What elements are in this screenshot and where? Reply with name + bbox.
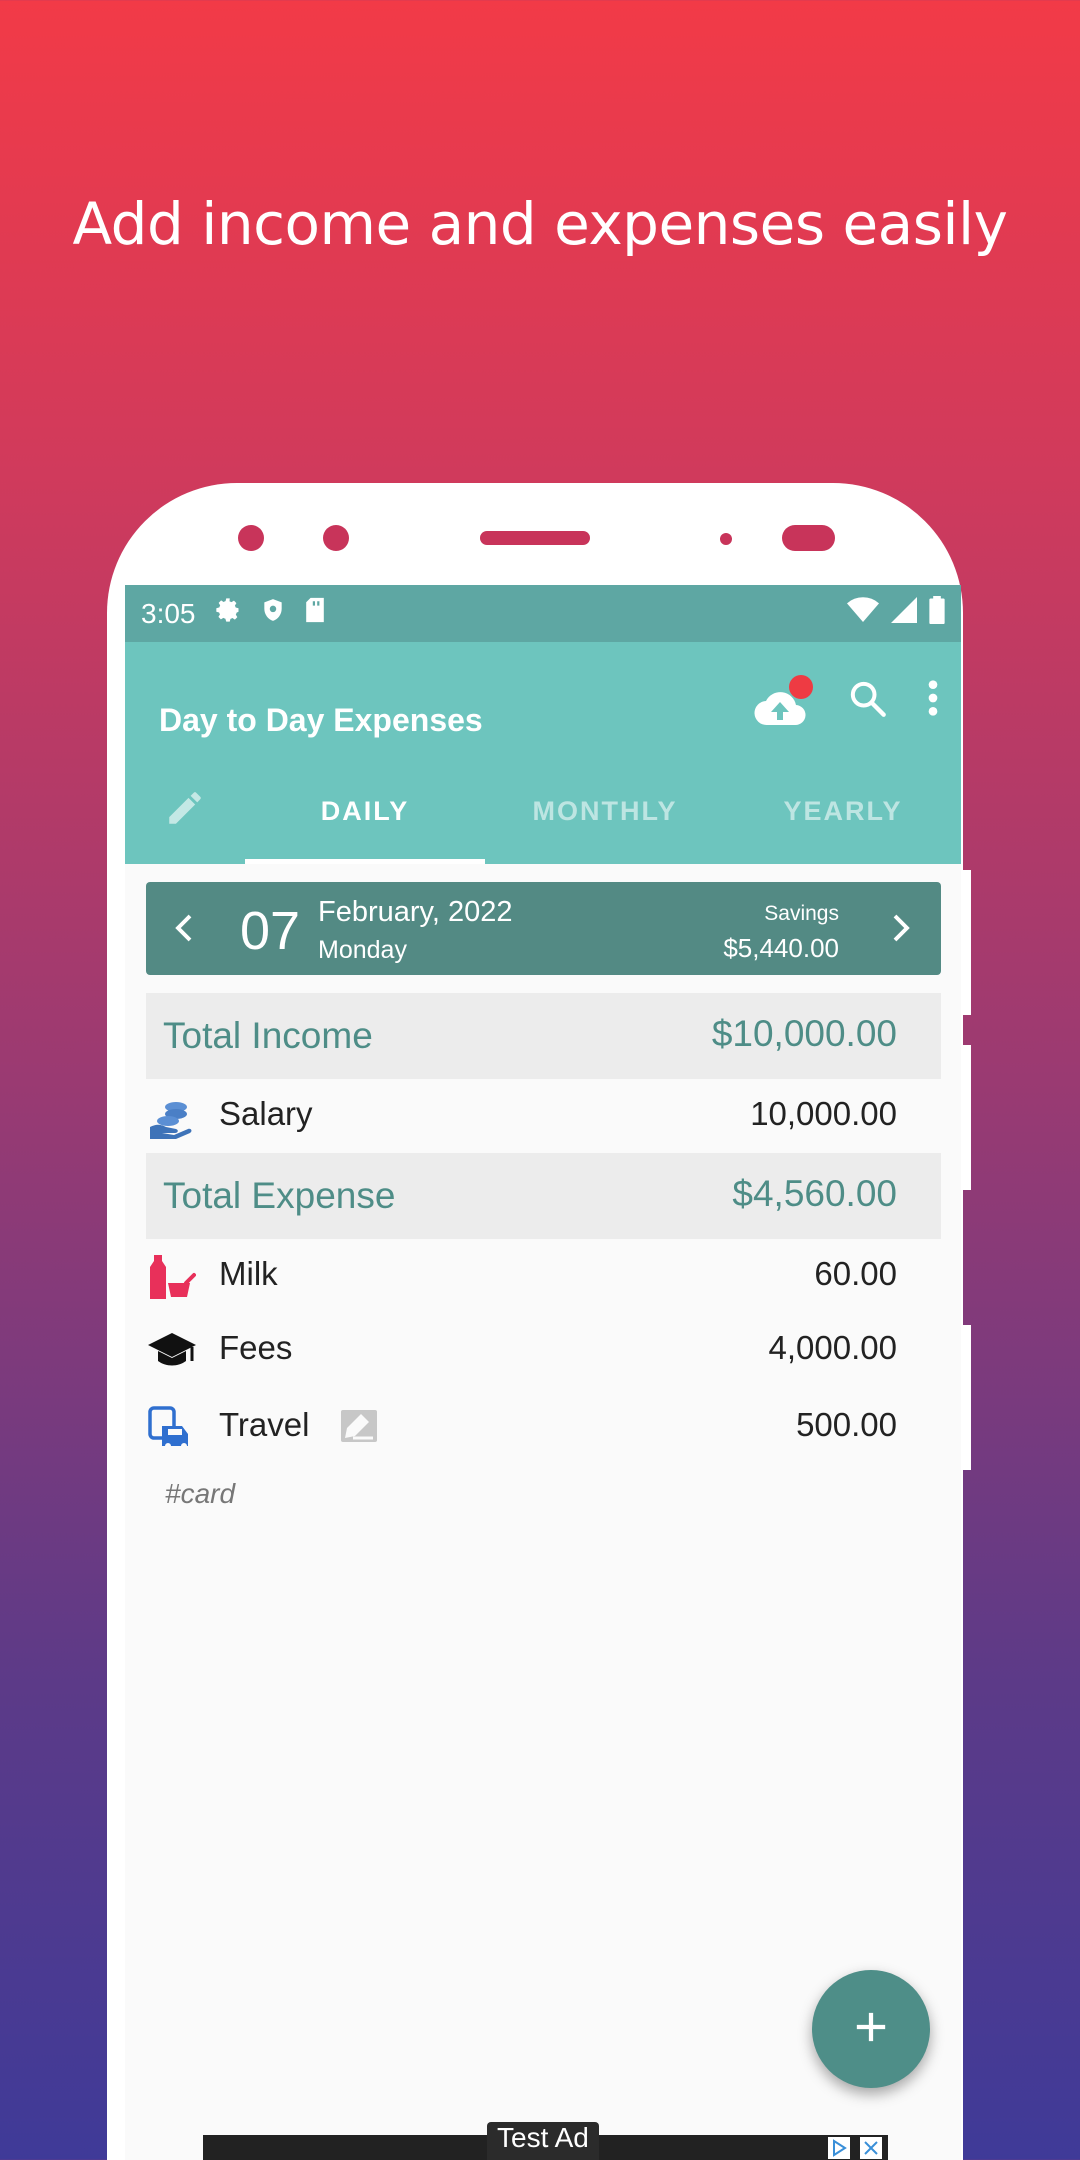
note-tag: #card [165,1478,236,1509]
shield-icon [260,596,286,631]
plus-icon [854,2010,888,2049]
weekday: Monday [318,936,407,964]
expense-summary[interactable]: Total Expense $4,560.00 [146,1153,941,1239]
month-year: February, 2022 [318,896,513,928]
item-name: Fees [219,1329,293,1366]
close-ad-icon[interactable] [860,2137,882,2160]
promo-headline: Add income and expenses easily [72,190,1008,258]
flash-pill [782,525,835,551]
sd-card-icon [304,596,326,631]
chevron-right-icon[interactable] [891,913,911,948]
side-strip [963,1325,971,1470]
gear-icon [214,596,242,631]
item-name: Travel [219,1406,310,1443]
proximity-dot [720,533,732,545]
income-label: Total Income [163,1015,373,1056]
pencil-icon [164,787,206,836]
ad-label: Test Ad [487,2122,599,2160]
status-bar: 3:05 [125,585,961,642]
add-entry-button[interactable] [812,1970,930,2088]
item-amount: 10,000.00 [750,1095,897,1132]
list-item[interactable]: Salary 10,000.00 [146,1079,941,1151]
item-name: Salary [219,1095,313,1132]
search-icon[interactable] [847,678,887,723]
app-title: Day to Day Expenses [159,702,483,738]
income-summary[interactable]: Total Income $10,000.00 [146,993,941,1079]
tab-daily[interactable]: DAILY [245,759,485,864]
savings-label: Savings [764,902,839,925]
expense-label: Total Expense [163,1175,396,1216]
milk-icon [148,1253,196,1301]
list-item[interactable]: Milk 60.00 [146,1239,941,1311]
chevron-left-icon[interactable] [174,913,194,948]
sensor-dot [323,525,349,551]
date-bar: 07 February, 2022 Monday Savings $5,440.… [146,882,941,975]
list-item[interactable]: Travel 500.00 [146,1390,941,1462]
income-total: $10,000.00 [711,1013,897,1054]
clock: 3:05 [141,597,196,629]
salary-icon [148,1093,196,1141]
note-icon [341,1410,377,1447]
speaker-grille [480,531,590,545]
tab-bar: DAILY MONTHLY YEARLY [125,759,961,864]
battery-icon [929,596,945,631]
savings-value: $5,440.00 [723,933,839,963]
camera-dot [238,525,264,551]
tab-yearly[interactable]: YEARLY [725,759,961,864]
expense-total: $4,560.00 [732,1173,897,1214]
list-item[interactable]: Fees 4,000.00 [146,1313,941,1385]
item-name: Milk [219,1255,278,1292]
signal-icon [891,597,917,630]
graduation-cap-icon [148,1327,196,1375]
notification-badge [789,674,813,699]
side-strip [963,870,971,1015]
side-strip [963,1045,971,1190]
more-vert-icon[interactable] [927,678,939,723]
transport-icon [148,1404,196,1452]
item-amount: 4,000.00 [768,1329,897,1366]
wifi-icon [847,596,879,631]
item-amount: 60.00 [814,1255,897,1292]
day-number: 07 [240,901,301,961]
item-amount: 500.00 [796,1406,897,1443]
tab-monthly[interactable]: MONTHLY [485,759,725,864]
edit-tab[interactable] [125,759,245,864]
app-screen: 3:05 Day to Day Expenses DAILY MONTHLY Y… [125,585,961,2160]
app-bar: Day to Day Expenses DAILY MONTHLY YEARLY [125,642,961,864]
ad-choices-icon[interactable] [828,2137,850,2160]
cloud-upload-icon[interactable] [753,674,813,725]
